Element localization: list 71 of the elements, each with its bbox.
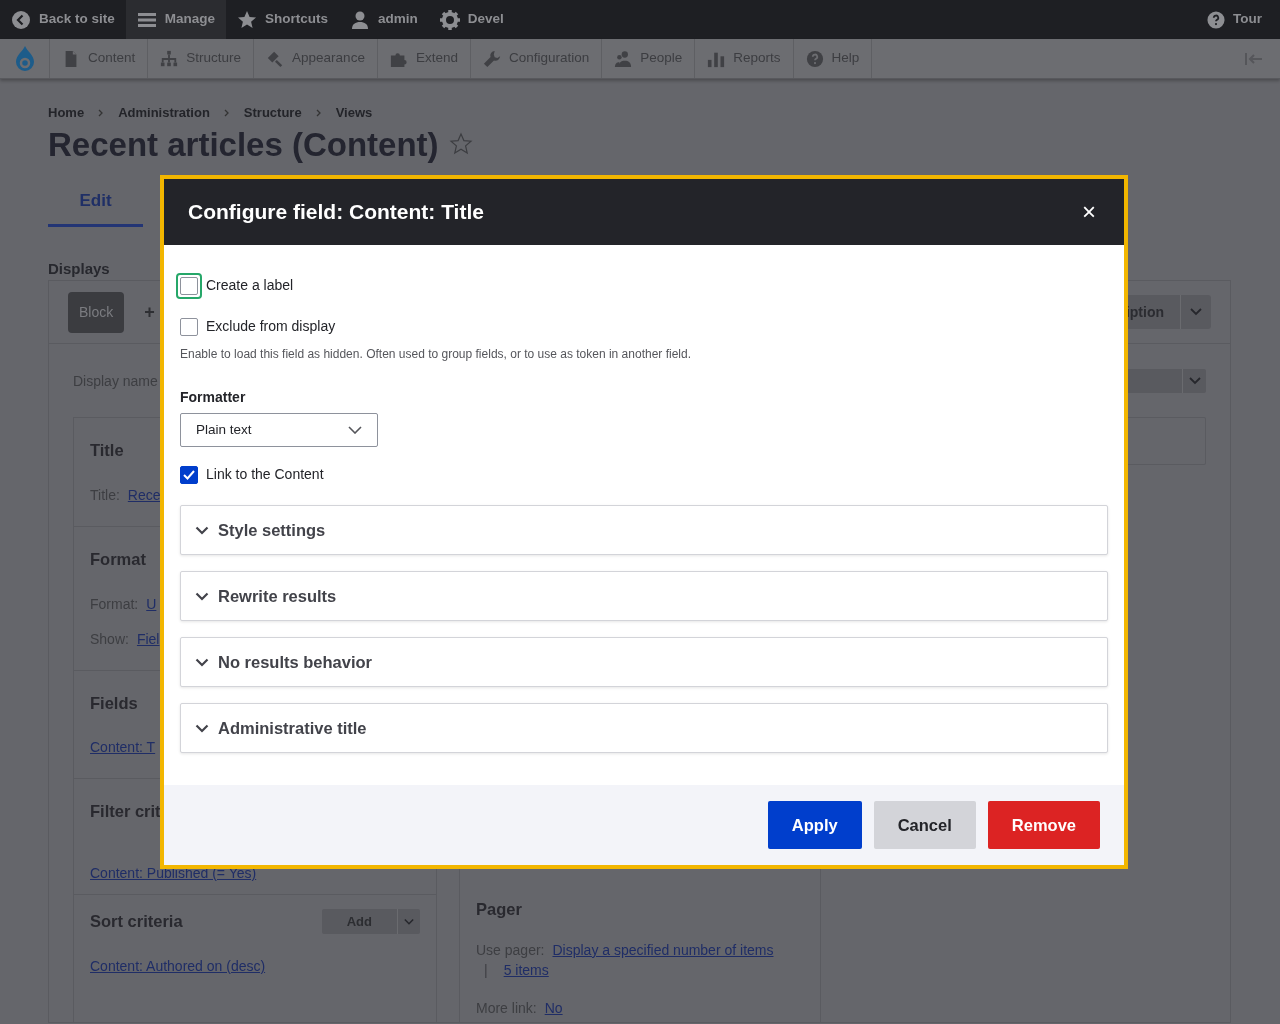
setting-link[interactable]: Content: Authored on (desc)	[90, 958, 266, 974]
chevron-down-icon	[348, 426, 362, 434]
help-text: Enable to load this field as hidden. Often used to group fields, or to use as token in another field.	[180, 346, 692, 363]
separator: |	[484, 961, 488, 978]
toolbar-tab[interactable]: Manage	[125, 0, 227, 39]
displays-heading: Displays	[48, 258, 110, 279]
caret-down-icon	[1188, 377, 1201, 385]
breadcrumb-link[interactable]: Administration	[118, 103, 210, 123]
checkbox-label[interactable]: Create a label	[206, 275, 294, 296]
breadcrumb-link[interactable]: Structure	[243, 103, 302, 123]
help-icon	[805, 49, 824, 68]
toolbar-tab[interactable]: Back to site	[0, 0, 126, 39]
user-icon	[350, 9, 371, 30]
section-title: Fields	[90, 692, 138, 714]
chevron-down-icon	[195, 723, 209, 733]
apply-button[interactable]: Apply	[767, 801, 862, 849]
caret-down-icon	[1190, 308, 1202, 316]
chevron-down-icon	[195, 525, 209, 535]
dropdown-toggle-button[interactable]	[397, 909, 420, 934]
checkbox-label[interactable]: Exclude from display	[206, 316, 336, 337]
chevron-right-icon	[98, 108, 105, 117]
help-icon	[1207, 10, 1225, 29]
back-icon	[11, 9, 31, 30]
hierarchy-icon	[160, 49, 179, 68]
formatter-select[interactable]: Plain text	[180, 413, 378, 447]
breadcrumb-link[interactable]: Views	[335, 103, 373, 123]
section-title: Format	[90, 548, 146, 570]
caret-down-icon	[404, 917, 414, 926]
add-display-link[interactable]: +	[144, 298, 155, 326]
section-title: Title	[90, 440, 124, 461]
setting-link[interactable]: Rece	[127, 486, 161, 503]
remove-button[interactable]: Remove	[987, 801, 1100, 849]
tour-button[interactable]: Tour	[1196, 0, 1280, 39]
close-button[interactable]: ×	[1078, 196, 1100, 228]
people-icon	[614, 49, 633, 68]
checkbox[interactable]	[180, 317, 198, 336]
setting-link[interactable]: Display a specified number of items	[552, 941, 774, 958]
section-title: Pager	[476, 899, 523, 920]
section-title: Sort criteria	[90, 911, 183, 933]
setting-link[interactable]: No	[544, 999, 563, 1016]
chevron-down-icon	[195, 591, 209, 601]
toolbar-tab[interactable]: Devel	[428, 0, 515, 39]
collapsible-section[interactable]: Rewrite results	[180, 571, 1108, 621]
star-icon	[237, 9, 258, 30]
setting-link[interactable]: U	[146, 595, 157, 612]
gear-icon	[439, 9, 460, 30]
wrench-icon	[482, 49, 501, 68]
section-title: Filter crit	[90, 801, 161, 823]
chevron-right-icon	[223, 108, 230, 117]
setting-link[interactable]: 5 items	[503, 961, 549, 978]
field-label: Formatter	[180, 388, 247, 407]
dropdown-button[interactable]	[1126, 369, 1206, 393]
setting-link[interactable]: Content: T	[90, 739, 156, 756]
check-icon	[183, 469, 195, 480]
setting-link[interactable]: Fiel	[136, 630, 160, 647]
breadcrumb-link[interactable]: Home	[48, 103, 85, 123]
checkbox[interactable]	[180, 465, 198, 484]
collapsible-section[interactable]: Style settings	[180, 505, 1108, 555]
chevron-right-icon	[315, 108, 322, 117]
tab[interactable]: Edit	[48, 182, 143, 227]
dialog-title: Configure field: Content: Title	[188, 199, 484, 226]
cancel-button[interactable]: Cancel	[873, 801, 976, 849]
toolbar-tab[interactable]: Shortcuts	[226, 0, 340, 39]
page-title: Recent articles (Content)	[48, 124, 439, 165]
display-tab[interactable]: Block	[68, 291, 125, 333]
collapsible-section[interactable]: Administrative title	[180, 703, 1108, 753]
chevron-down-icon	[195, 657, 209, 667]
collapsible-section[interactable]: No results behavior	[180, 637, 1108, 687]
checkbox-label[interactable]: Link to the Content	[206, 464, 324, 485]
toolbar-tab[interactable]: admin	[339, 0, 429, 39]
star-outline-icon	[448, 132, 473, 157]
